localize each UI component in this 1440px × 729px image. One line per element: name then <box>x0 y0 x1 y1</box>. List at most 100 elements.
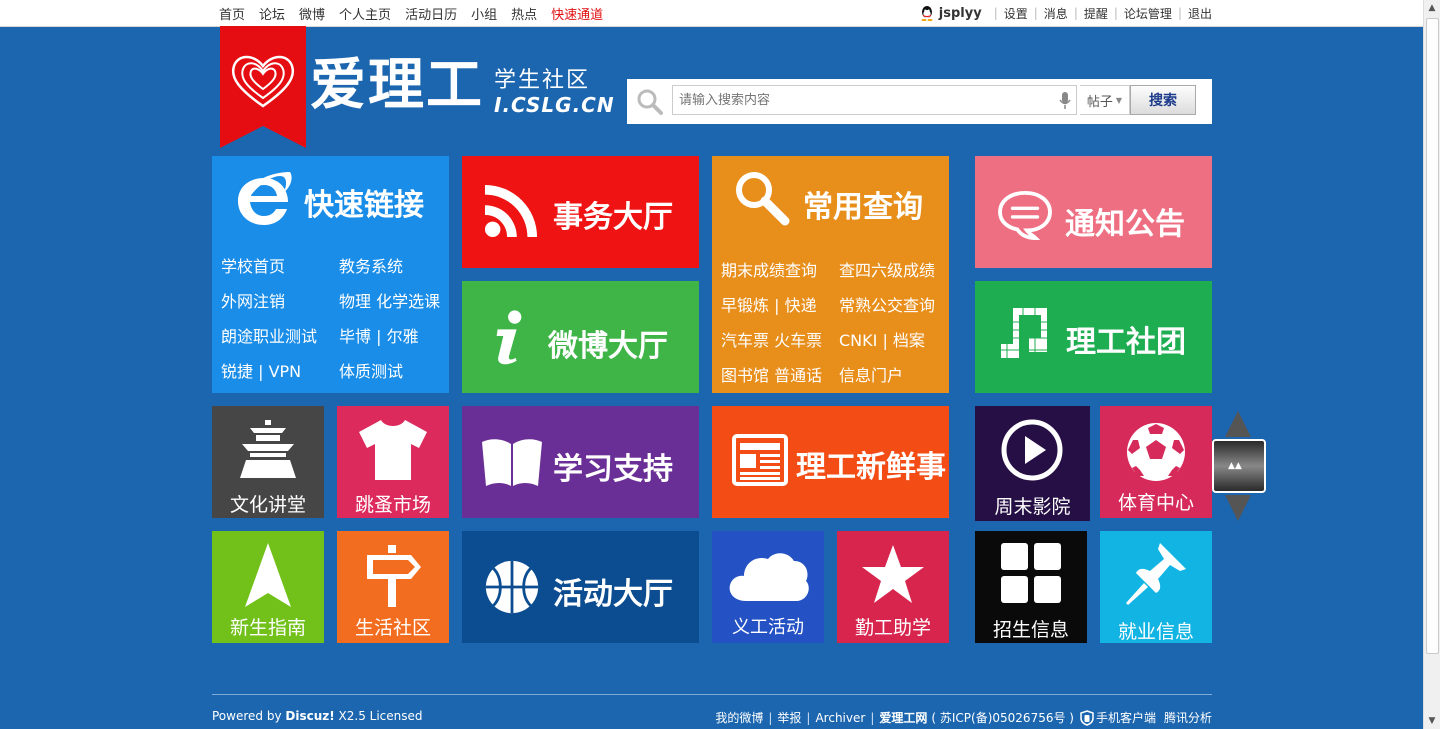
tile-campus-news[interactable]: 理工新鲜事 <box>712 406 949 518</box>
separator: | <box>806 710 811 725</box>
signpost-icon <box>367 545 421 607</box>
tile-title: 事务大厅 <box>553 200 673 235</box>
tile-culture-lecture[interactable]: 文化讲堂 <box>212 406 324 518</box>
settings-link[interactable]: 设置 <box>1004 5 1028 22</box>
qq-icon <box>921 6 933 21</box>
link-final-grades[interactable]: 期末成绩查询 <box>721 257 839 281</box>
tile-activity-hall[interactable]: 活动大厅 <box>462 531 699 643</box>
reminders-link[interactable]: 提醒 <box>1084 5 1108 22</box>
nav-calendar[interactable]: 活动日历 <box>405 4 457 23</box>
tile-label: 周末影院 <box>994 496 1071 518</box>
link-bb-erya[interactable]: 毕博 | 尔雅 <box>339 323 449 347</box>
separator: | <box>1073 6 1078 20</box>
tile-label: 义工活动 <box>732 617 804 638</box>
tencent-analytics-link[interactable]: 腾讯分析 <box>1164 709 1212 726</box>
play-icon <box>1001 419 1063 481</box>
link-exercise-express[interactable]: 早锻炼 | 快递 <box>721 292 839 316</box>
top-nav: 首页 论坛 微博 个人主页 活动日历 小组 热点 快速通道 <box>219 0 617 26</box>
tile-clubs[interactable]: 理工社团 <box>975 281 1212 393</box>
user-profile[interactable]: jsplyy <box>919 5 982 21</box>
site-name-link[interactable]: 爱理工网 <box>879 709 927 726</box>
link-network-logout[interactable]: 外网注销 <box>221 288 339 312</box>
link-fitness-test[interactable]: 体质测试 <box>339 358 449 382</box>
logout-link[interactable]: 退出 <box>1188 5 1212 22</box>
nav-hot[interactable]: 热点 <box>511 4 537 23</box>
music-note-icon <box>999 306 1049 362</box>
tile-work-study[interactable]: 勤工助学 <box>837 531 949 643</box>
scroll-thumb[interactable] <box>1426 18 1439 654</box>
discuz-link[interactable]: Discuz! <box>285 709 334 723</box>
separator: | <box>1113 6 1118 20</box>
nav-quick-access[interactable]: 快速通道 <box>551 4 603 23</box>
tile-flea-market[interactable]: 跳蚤市场 <box>337 406 449 518</box>
link-cet-grades[interactable]: 查四六级成绩 <box>839 257 949 281</box>
side-scroll-down-icon[interactable] <box>1225 495 1251 521</box>
logo-ribbon[interactable] <box>220 26 306 148</box>
mic-icon[interactable] <box>1059 92 1071 110</box>
scroll-up-icon[interactable]: ▲ <box>1424 0 1440 16</box>
page-scrollbar[interactable]: ▲ ▼ <box>1423 0 1440 729</box>
tile-volunteer[interactable]: 义工活动 <box>712 531 824 643</box>
nav-weibo[interactable]: 微博 <box>299 4 325 23</box>
nav-groups[interactable]: 小组 <box>471 4 497 23</box>
link-career-test[interactable]: 朗途职业测试 <box>221 323 339 347</box>
my-weibo-link[interactable]: 我的微博 <box>715 709 763 726</box>
tile-weibo-hall[interactable]: 微博大厅 <box>462 281 699 393</box>
link-course-select[interactable]: 物理 化学选课 <box>339 288 449 312</box>
link-cnki-archive[interactable]: CNKI | 档案 <box>839 327 949 351</box>
separator: | <box>1177 6 1182 20</box>
side-scroll-up-icon[interactable] <box>1225 411 1251 437</box>
tile-freshman-guide[interactable]: 新生指南 <box>212 531 324 643</box>
scroll-down-icon[interactable]: ▼ <box>1424 713 1440 729</box>
forum-admin-link[interactable]: 论坛管理 <box>1124 5 1172 22</box>
tile-jobs[interactable]: 就业信息 <box>1100 531 1212 643</box>
logo-subtitle: 学生社区 <box>494 68 591 93</box>
cloud-icon <box>729 553 809 601</box>
tile-study-support[interactable]: 学习支持 <box>462 406 699 518</box>
top-bar: 首页 论坛 微博 个人主页 活动日历 小组 热点 快速通道 jsplyy | 设… <box>0 0 1424 27</box>
soccer-ball-icon <box>1127 423 1185 481</box>
tshirt-icon <box>359 420 427 480</box>
separator: | <box>870 710 875 725</box>
logo-title[interactable]: 爱理工 <box>310 54 484 118</box>
report-link[interactable]: 举报 <box>777 709 801 726</box>
link-school-home[interactable]: 学校首页 <box>221 253 339 277</box>
tile-sports-center[interactable]: 体育中心 <box>1100 406 1212 518</box>
arrow-up-icon <box>245 543 291 607</box>
footer-links: 我的微博 | 举报 | Archiver | 爱理工网 ( 苏ICP(备)050… <box>715 709 1212 726</box>
shield-icon <box>1080 709 1094 726</box>
nav-profile[interactable]: 个人主页 <box>339 4 391 23</box>
magnifier-icon <box>736 172 790 226</box>
tile-admission[interactable]: 招生信息 <box>975 531 1087 643</box>
tile-title: 通知公告 <box>1065 207 1185 242</box>
footer-divider <box>212 694 1212 695</box>
query-links-list: 期末成绩查询 查四六级成绩 早锻炼 | 快递 常熟公交查询 汽车票 火车票 CN… <box>721 257 949 386</box>
powered-suffix: X2.5 Licensed <box>334 709 423 723</box>
chat-bubble-icon <box>998 190 1052 240</box>
tile-weekend-cinema[interactable]: 周末影院 <box>975 406 1090 521</box>
archiver-link[interactable]: Archiver <box>815 711 865 725</box>
powered-prefix: Powered by <box>212 709 286 723</box>
book-icon <box>482 439 542 486</box>
tile-notices[interactable]: 通知公告 <box>975 156 1212 268</box>
tile-affairs-hall[interactable]: 事务大厅 <box>462 156 699 268</box>
link-info-portal[interactable]: 信息门户 <box>839 362 949 386</box>
link-library-mandarin[interactable]: 图书馆 普通话 <box>721 362 839 386</box>
link-academic-system[interactable]: 教务系统 <box>339 253 449 277</box>
temple-icon <box>240 420 296 478</box>
link-ruijie-vpn[interactable]: 锐捷 | VPN <box>221 358 339 382</box>
link-tickets[interactable]: 汽车票 火车票 <box>721 327 839 351</box>
tile-title: 理工新鲜事 <box>796 450 946 485</box>
nav-forum[interactable]: 论坛 <box>259 4 285 23</box>
search-type-select[interactable]: 帖子 ▼ <box>1080 85 1130 115</box>
search-button[interactable]: 搜索 <box>1130 85 1196 115</box>
search-input[interactable] <box>672 85 1077 115</box>
icp-link[interactable]: ( 苏ICP(备)05026756号 ) <box>931 709 1074 726</box>
chevron-down-icon: ▼ <box>1115 95 1123 105</box>
link-bus-query[interactable]: 常熟公交查询 <box>839 292 949 316</box>
side-widget[interactable]: ▲▲ <box>1212 439 1266 493</box>
nav-home[interactable]: 首页 <box>219 4 245 23</box>
mobile-client-link[interactable]: 手机客户端 <box>1096 709 1156 726</box>
messages-link[interactable]: 消息 <box>1044 5 1068 22</box>
tile-life-community[interactable]: 生活社区 <box>337 531 449 643</box>
